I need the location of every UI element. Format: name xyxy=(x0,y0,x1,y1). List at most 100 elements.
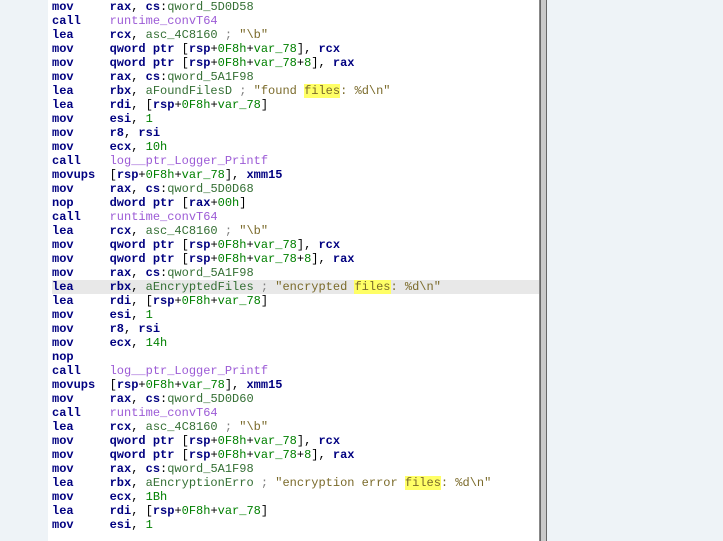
scrollbar-strip[interactable] xyxy=(540,0,547,541)
asm-row[interactable]: lea rbx, aEncryptionErro ; "encryption e… xyxy=(52,476,539,490)
asm-row[interactable]: call runtime_convT64 xyxy=(52,406,539,420)
asm-row[interactable]: mov qword ptr [rsp+0F8h+var_78+8], rax xyxy=(52,252,539,266)
tok-txt: [ xyxy=(174,434,188,448)
asm-row[interactable]: lea rcx, asc_4C8160 ; "\b" xyxy=(52,224,539,238)
asm-row[interactable]: mov esi, 1 xyxy=(52,112,539,126)
tok-reg: rsp xyxy=(189,252,211,266)
tok-txt: ] xyxy=(261,294,268,308)
asm-row[interactable]: mov esi, 1 xyxy=(52,518,539,532)
mnemonic: mov xyxy=(52,322,110,336)
tok-num: var_78 xyxy=(254,56,297,70)
mnemonic: mov xyxy=(52,182,110,196)
tok-txt: , [ xyxy=(131,294,153,308)
asm-row[interactable]: lea rcx, asc_4C8160 ; "\b" xyxy=(52,420,539,434)
asm-row[interactable]: movups [rsp+0F8h+var_78], xmm15 xyxy=(52,378,539,392)
tok-str: : %d\n" xyxy=(391,280,441,294)
tok-reg: rcx xyxy=(110,420,132,434)
mnemonic: lea xyxy=(52,294,110,308)
asm-row[interactable]: lea rdi, [rsp+0F8h+var_78] xyxy=(52,98,539,112)
tok-reg: rsp xyxy=(189,238,211,252)
asm-row[interactable]: mov rax, cs:qword_5A1F98 xyxy=(52,266,539,280)
tok-reg: rcx xyxy=(318,238,340,252)
tok-txt xyxy=(218,224,225,238)
tok-mark: files xyxy=(405,476,441,490)
asm-row[interactable]: call log__ptr_Logger_Printf xyxy=(52,364,539,378)
asm-row[interactable]: lea rbx, aEncryptedFiles ; "encrypted fi… xyxy=(52,280,539,294)
tok-sym: asc_4C8160 xyxy=(146,28,218,42)
asm-row[interactable]: mov rax, cs:qword_5D0D68 xyxy=(52,182,539,196)
asm-row[interactable]: mov qword ptr [rsp+0F8h+var_78+8], rax xyxy=(52,56,539,70)
asm-row[interactable]: mov esi, 1 xyxy=(52,308,539,322)
tok-num: 1 xyxy=(146,518,153,532)
tok-reg: rsp xyxy=(153,294,175,308)
tok-cmt: ; xyxy=(225,28,239,42)
tok-txt: [ xyxy=(174,196,188,210)
asm-row[interactable]: call runtime_convT64 xyxy=(52,210,539,224)
tok-txt: ], xyxy=(311,56,333,70)
tok-txt: , xyxy=(131,224,145,238)
asm-row[interactable]: nop dword ptr [rax+00h] xyxy=(52,196,539,210)
disassembly-pane[interactable]: mov rax, cs:qword_5D0D58call runtime_con… xyxy=(48,0,540,541)
tok-reg: rax xyxy=(110,266,132,280)
tok-sym: qword_5A1F98 xyxy=(167,70,253,84)
mnemonic: call xyxy=(52,154,110,168)
tok-txt: + xyxy=(138,378,145,392)
tok-reg: rcx xyxy=(318,42,340,56)
asm-row[interactable]: mov r8, rsi xyxy=(52,126,539,140)
tok-txt: ] xyxy=(261,504,268,518)
asm-row[interactable]: movups [rsp+0F8h+var_78], xmm15 xyxy=(52,168,539,182)
asm-row[interactable]: mov rax, cs:qword_5A1F98 xyxy=(52,70,539,84)
asm-row[interactable]: lea rdi, [rsp+0F8h+var_78] xyxy=(52,294,539,308)
tok-reg: rsp xyxy=(117,378,139,392)
tok-num: var_78 xyxy=(218,504,261,518)
tok-reg: rax xyxy=(110,70,132,84)
asm-row[interactable]: mov qword ptr [rsp+0F8h+var_78], rcx xyxy=(52,434,539,448)
tok-reg: xmm15 xyxy=(246,378,282,392)
mnemonic: call xyxy=(52,406,110,420)
mnemonic: call xyxy=(52,364,110,378)
asm-row[interactable]: mov qword ptr [rsp+0F8h+var_78], rcx xyxy=(52,238,539,252)
asm-row[interactable]: call runtime_convT64 xyxy=(52,14,539,28)
tok-txt: + xyxy=(210,294,217,308)
asm-row[interactable]: mov qword ptr [rsp+0F8h+var_78], rcx xyxy=(52,42,539,56)
tok-txt: , xyxy=(131,336,145,350)
asm-row[interactable]: mov rax, cs:qword_5D0D60 xyxy=(52,392,539,406)
tok-txt: + xyxy=(210,196,217,210)
tok-txt: + xyxy=(210,98,217,112)
asm-row[interactable]: mov rax, cs:qword_5A1F98 xyxy=(52,462,539,476)
asm-row[interactable]: lea rdi, [rsp+0F8h+var_78] xyxy=(52,504,539,518)
tok-num: 0F8h xyxy=(218,252,247,266)
asm-row[interactable]: lea rbx, aFoundFilesD ; "found files: %d… xyxy=(52,84,539,98)
tok-txt: , xyxy=(131,420,145,434)
tok-sym: qword_5D0D58 xyxy=(167,0,253,14)
tok-txt: , xyxy=(131,266,145,280)
tok-txt: + xyxy=(210,56,217,70)
tok-num: var_78 xyxy=(218,98,261,112)
asm-row[interactable]: mov qword ptr [rsp+0F8h+var_78+8], rax xyxy=(52,448,539,462)
tok-str: "encrypted xyxy=(275,280,354,294)
asm-row[interactable]: mov r8, rsi xyxy=(52,322,539,336)
asm-row[interactable]: mov ecx, 1Bh xyxy=(52,490,539,504)
tok-txt xyxy=(218,420,225,434)
tok-num: 14h xyxy=(146,336,168,350)
asm-row[interactable]: nop xyxy=(52,350,539,364)
asm-row[interactable]: mov rax, cs:qword_5D0D58 xyxy=(52,0,539,14)
mnemonic: lea xyxy=(52,476,110,490)
tok-reg: rax xyxy=(110,462,132,476)
tok-txt: [ xyxy=(174,42,188,56)
mnemonic: lea xyxy=(52,84,110,98)
tok-call: log__ptr_Logger_Printf xyxy=(110,154,268,168)
asm-row[interactable]: lea rcx, asc_4C8160 ; "\b" xyxy=(52,28,539,42)
tok-txt: , xyxy=(131,140,145,154)
asm-row[interactable]: call log__ptr_Logger_Printf xyxy=(52,154,539,168)
tok-reg: esi xyxy=(110,518,132,532)
tok-reg: esi xyxy=(110,112,132,126)
asm-row[interactable]: mov ecx, 14h xyxy=(52,336,539,350)
tok-txt: + xyxy=(138,168,145,182)
tok-reg: r8 xyxy=(110,126,124,140)
asm-row[interactable]: mov ecx, 10h xyxy=(52,140,539,154)
tok-str: "found xyxy=(254,84,304,98)
tok-num: 1 xyxy=(146,308,153,322)
tok-sym: qword_5D0D60 xyxy=(167,392,253,406)
mnemonic: mov xyxy=(52,518,110,532)
